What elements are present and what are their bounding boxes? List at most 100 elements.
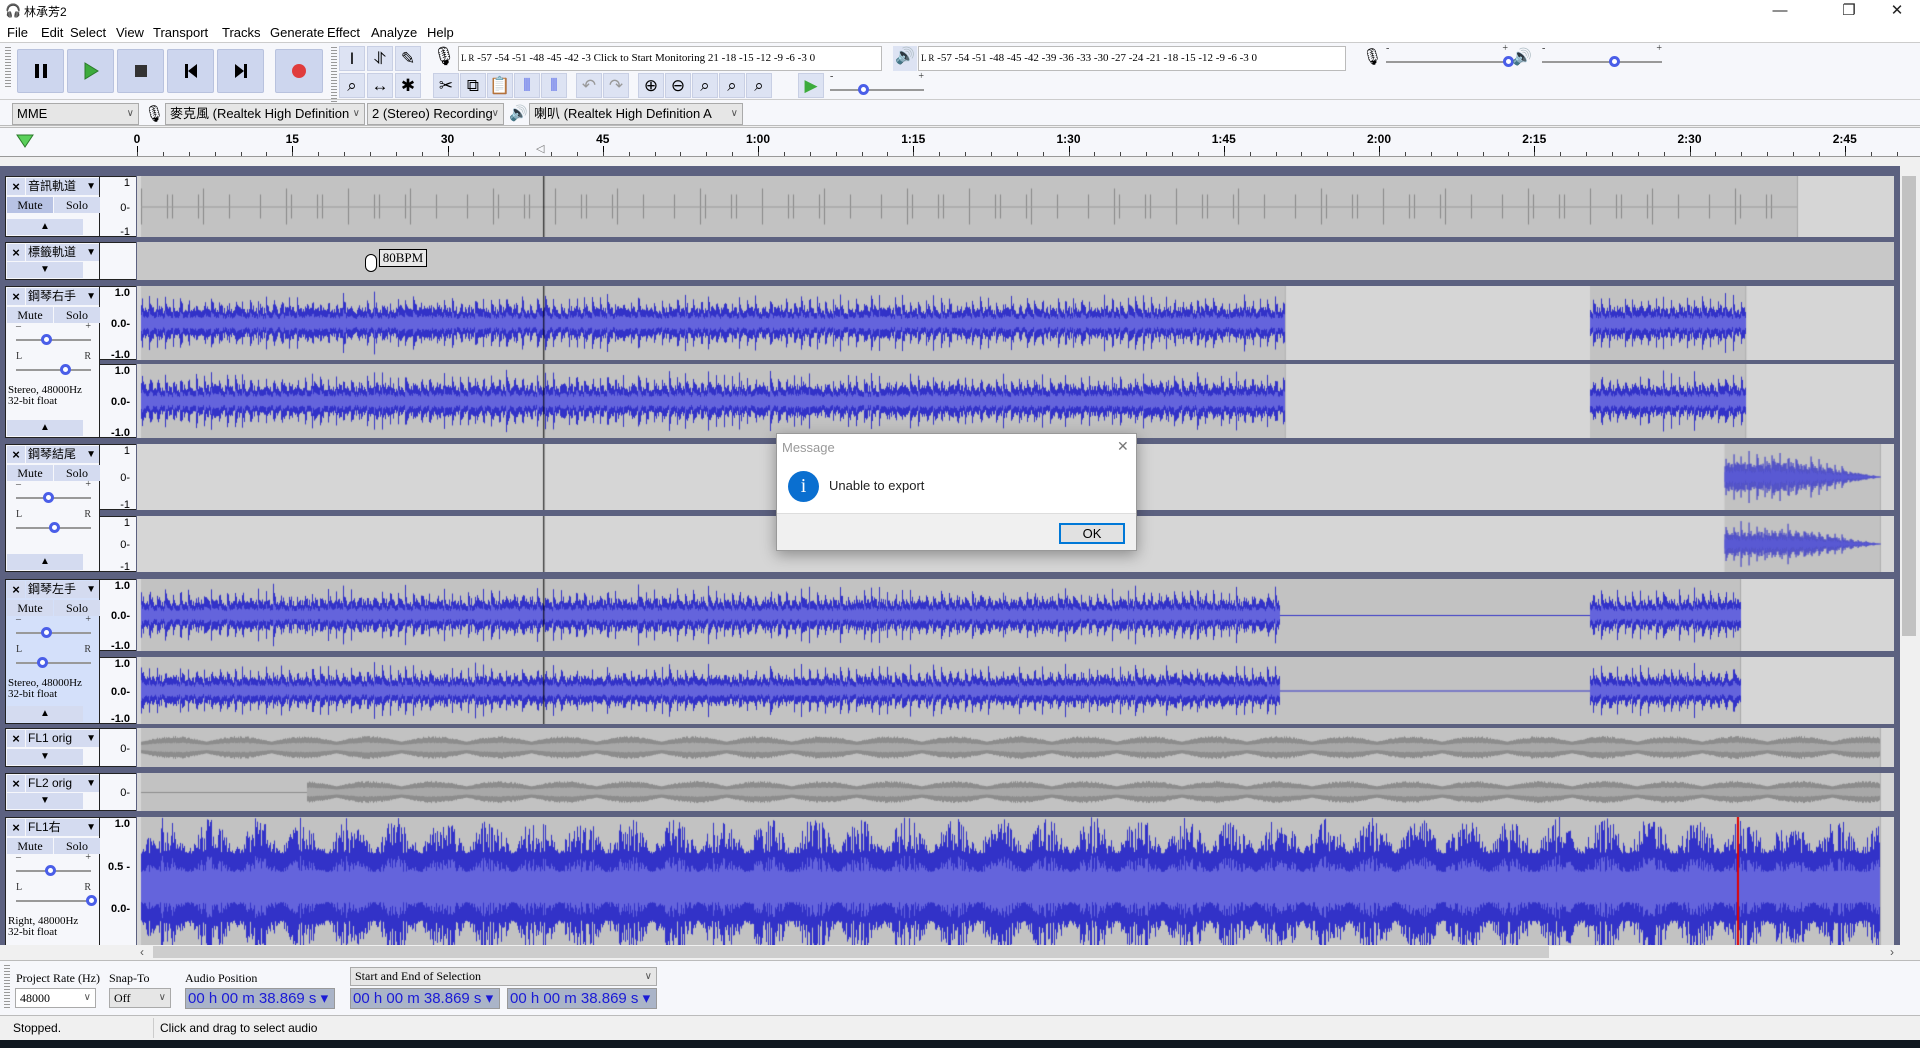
selection-tool-button[interactable]: I (339, 46, 365, 71)
track-panel[interactable]: × 音訊軌道 ▼ Mute Solo ▲ 1 0- -1 × 標籤軌道 ▼ ▼ 80BPM × 鋼琴右手 ▼ Mu… (0, 166, 1900, 945)
gain-slider[interactable]: – + (16, 321, 91, 345)
track-name-menu[interactable]: 音訊軌道 ▼ (26, 178, 99, 195)
menu-effect[interactable]: Effect (327, 25, 360, 40)
close-track-button[interactable]: × (7, 581, 25, 598)
close-track-button[interactable]: × (7, 244, 25, 261)
track-name-menu[interactable]: FL1 orig ▼ (26, 730, 99, 747)
slider-thumb[interactable] (86, 895, 97, 906)
draw-tool-button[interactable]: ✎ (395, 46, 421, 71)
track-name-menu[interactable]: FL1右 ▼ (26, 819, 99, 836)
expand-track-button[interactable]: ▼ (7, 793, 83, 809)
record-meter-mic-icon[interactable]: 🎙 (431, 46, 457, 71)
slider-thumb[interactable] (857, 84, 869, 95)
undo-button[interactable]: ↶ (576, 73, 602, 98)
menu-transport[interactable]: Transport (153, 25, 208, 40)
collapse-track-button[interactable]: ▲ (7, 219, 83, 235)
label-text[interactable]: 80BPM (378, 249, 428, 267)
track-control-panel[interactable]: × 鋼琴右手 ▼ Mute Solo – + L R Stereo, 48000Hz 32-bit … (5, 286, 100, 438)
collapse-track-button[interactable]: ▲ (7, 706, 83, 722)
close-track-button[interactable]: × (7, 775, 25, 792)
pan-slider[interactable]: LR (16, 509, 91, 533)
slider-thumb[interactable] (41, 627, 52, 638)
paste-button[interactable]: 📋 (487, 73, 513, 98)
vertical-scrollbar[interactable] (1900, 166, 1920, 945)
recording-device-select[interactable]: 麥克風 (Realtek High Definition ∨ (165, 103, 365, 125)
vertical-ruler[interactable]: 0- (100, 728, 136, 767)
zoom-out-button[interactable]: ⊖ (665, 73, 691, 98)
time-shift-tool-button[interactable]: ↔ (367, 73, 393, 98)
record-meter[interactable]: L R -57 -54 -51 -48 -45 -42 -3 Click to … (458, 46, 882, 71)
envelope-tool-button[interactable]: ⥯ (367, 46, 393, 71)
selection-end-field[interactable]: 00 h 00 m 38.869 s ▾ (507, 988, 657, 1009)
snap-to-select[interactable]: Off ∨ (109, 988, 171, 1008)
vertical-ruler[interactable]: 1 0- -1 (100, 444, 136, 511)
mute-button[interactable]: Mute (7, 197, 53, 213)
track-6[interactable]: × FL2 orig ▼ ▼ 0- (4, 773, 1898, 811)
track-control-panel[interactable]: × FL2 orig ▼ ▼ (5, 773, 100, 811)
gain-slider[interactable]: – + (16, 479, 91, 503)
track-control-panel[interactable]: × 音訊軌道 ▼ Mute Solo ▲ (5, 176, 100, 237)
playback-meter[interactable]: L R -57 -54 -51 -48 -45 -42 -39 -36 -33 … (918, 46, 1346, 71)
audio-position-field[interactable]: 00 h 00 m 38.869 s ▾ (185, 988, 335, 1009)
play-button[interactable] (67, 49, 114, 93)
audio-host-select[interactable]: MME ∨ (12, 103, 139, 125)
pause-button[interactable] (17, 49, 64, 93)
redo-button[interactable]: ↷ (603, 73, 629, 98)
horizontal-scrollbar[interactable]: ‹ › (0, 945, 1920, 960)
solo-button[interactable]: Solo (54, 307, 100, 323)
scroll-right-icon[interactable]: › (1890, 945, 1894, 959)
trim-button[interactable]: ⦀ (514, 73, 540, 98)
play-head-triangle-icon[interactable] (16, 134, 34, 148)
multi-tool-button[interactable]: ✱ (395, 73, 421, 98)
track-2[interactable]: × 鋼琴右手 ▼ Mute Solo – + L R Stereo, 48000Hz 32-bit … (4, 286, 1898, 439)
playback-meter-speaker-icon[interactable]: 🔊 (893, 46, 917, 71)
timeline-ruler[interactable]: ◁ 0 15 30 45 1:00 1:15 1:30 1:45 2:00 2:15 2:30 2:4… (0, 127, 1920, 157)
vertical-ruler[interactable]: 1.00.5 -0.0--0.5 - (100, 817, 136, 945)
vertical-ruler[interactable]: 1 0- -1 (100, 516, 136, 573)
minimize-button[interactable]: — (1757, 0, 1803, 22)
stop-button[interactable] (117, 49, 164, 93)
skip-to-start-button[interactable] (167, 49, 214, 93)
track-name-menu[interactable]: 鋼琴結尾 ▼ (26, 446, 99, 463)
restore-button[interactable]: ❐ (1826, 0, 1872, 22)
vertical-ruler[interactable]: 1.0 0.0- -1.0 (100, 286, 136, 361)
close-track-button[interactable]: × (7, 819, 25, 836)
gain-slider[interactable]: – + (16, 614, 91, 638)
slider-thumb[interactable] (44, 865, 56, 876)
track-control-panel[interactable]: × 鋼琴左手 ▼ Mute Solo – + L R Stereo, 48000Hz 32-bit … (5, 579, 100, 724)
play-speed-slider[interactable]: - + (830, 71, 924, 95)
menu-file[interactable]: File (7, 25, 28, 40)
track-control-panel[interactable]: × 標籤軌道 ▼ ▼ (5, 242, 100, 280)
expand-track-button[interactable]: ▼ (7, 262, 83, 278)
menu-generate[interactable]: Generate (270, 25, 324, 40)
playback-device-select[interactable]: 喇叭 (Realtek High Definition A ∨ (529, 103, 743, 125)
track-0[interactable]: × 音訊軌道 ▼ Mute Solo ▲ 1 0- -1 (4, 176, 1898, 238)
vertical-ruler[interactable]: 0- (100, 773, 136, 811)
start-monitoring-text[interactable]: Click to Start Monitoring (594, 52, 706, 64)
gain-slider[interactable]: – + (16, 852, 91, 876)
close-track-button[interactable]: × (7, 446, 25, 463)
track-control-panel[interactable]: × 鋼琴結尾 ▼ Mute Solo – + L R ▲ (5, 444, 100, 572)
pan-slider[interactable]: LR (16, 644, 91, 668)
slider-thumb[interactable] (41, 334, 52, 345)
waveform-canvas[interactable] (137, 817, 1894, 945)
scrollbar-thumb[interactable] (153, 946, 1549, 958)
selection-mode-select[interactable]: Start and End of Selection ∨ (350, 967, 657, 986)
silence-button[interactable]: ⦀ (541, 73, 567, 98)
scroll-left-icon[interactable]: ‹ (140, 945, 144, 959)
collapse-track-button[interactable]: ▲ (7, 554, 83, 570)
solo-button[interactable]: Solo (54, 465, 100, 481)
track-4[interactable]: × 鋼琴左手 ▼ Mute Solo – + L R Stereo, 48000Hz 32-bit … (4, 579, 1898, 725)
waveform-canvas[interactable] (137, 579, 1894, 651)
ok-button[interactable]: OK (1059, 523, 1125, 544)
menu-help[interactable]: Help (427, 25, 454, 40)
close-button[interactable]: ✕ (1874, 0, 1920, 22)
track-name-menu[interactable]: 標籤軌道 ▼ (26, 244, 99, 261)
mute-button[interactable]: Mute (7, 838, 53, 854)
slider-thumb[interactable] (59, 364, 71, 375)
label-anchor-icon[interactable] (364, 254, 377, 272)
track-control-panel[interactable]: × FL1 orig ▼ ▼ (5, 728, 100, 767)
play-at-speed-button[interactable]: ▶ (798, 73, 824, 98)
zoom-tool-button[interactable]: ⌕ (339, 73, 365, 98)
track-name-menu[interactable]: FL2 orig ▼ (26, 775, 99, 792)
